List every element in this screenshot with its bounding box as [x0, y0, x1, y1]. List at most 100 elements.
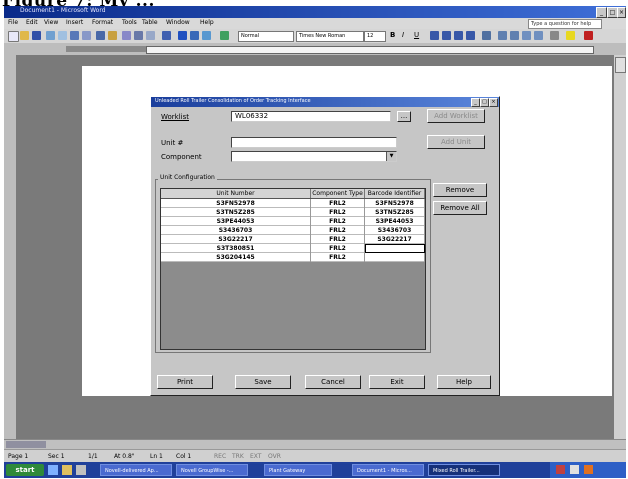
menu-help[interactable]: Help [200, 19, 214, 26]
tray-network-icon[interactable] [570, 465, 579, 474]
cell-unit-number: S3T380851 [161, 244, 311, 253]
dialog-maximize-button[interactable]: □ [480, 98, 489, 107]
align-left-icon[interactable] [430, 31, 439, 40]
menu-window[interactable]: Window [166, 19, 190, 26]
increase-indent-icon[interactable] [534, 31, 543, 40]
cell-barcode-editing[interactable] [365, 244, 425, 253]
print-icon[interactable] [70, 31, 79, 40]
highlight-icon[interactable] [566, 31, 575, 40]
cell-barcode[interactable]: S3FN52978 [365, 199, 425, 208]
cell-barcode[interactable]: S3PE44053 [365, 217, 425, 226]
view-buttons[interactable] [6, 441, 46, 448]
research-icon[interactable] [108, 31, 117, 40]
cell-barcode[interactable]: S3436703 [365, 226, 425, 235]
table-row[interactable]: S3G22217 FRL2 S3G22217 [161, 235, 425, 244]
vertical-scrollbar[interactable] [614, 55, 626, 439]
align-center-icon[interactable] [442, 31, 451, 40]
ruler-strip[interactable] [146, 46, 594, 54]
align-right-icon[interactable] [454, 31, 463, 40]
col-component-type[interactable]: Component Type [311, 189, 365, 198]
col-unit-number[interactable]: Unit Number [161, 189, 311, 198]
table-row[interactable]: S3T380851 FRL2 [161, 244, 425, 253]
exit-button[interactable]: Exit [369, 375, 425, 389]
new-icon[interactable] [8, 31, 19, 42]
font-size-dropdown[interactable]: 12 [364, 31, 386, 42]
unit-configuration-grid[interactable]: Unit Number Component Type Barcode Ident… [160, 188, 426, 350]
save-icon[interactable] [32, 31, 41, 40]
paste-icon[interactable] [146, 31, 155, 40]
help-button[interactable]: Help [437, 375, 491, 389]
help-search-box[interactable]: Type a question for help [528, 19, 602, 29]
menu-insert[interactable]: Insert [66, 19, 83, 26]
task-plant-gateway[interactable]: Plant Gateway [264, 464, 332, 476]
remove-button[interactable]: Remove [433, 183, 487, 197]
preview-icon[interactable] [82, 31, 91, 40]
menu-view[interactable]: View [44, 19, 58, 26]
menu-edit[interactable]: Edit [26, 19, 38, 26]
bold-icon[interactable]: B [390, 31, 399, 40]
dialog-minimize-button[interactable]: _ [471, 98, 480, 107]
table-row[interactable]: S3G204145 FRL2 [161, 253, 425, 262]
scroll-thumb[interactable] [615, 57, 626, 73]
chevron-down-icon[interactable]: ▼ [386, 152, 396, 161]
save-button[interactable]: Save [235, 375, 291, 389]
border-icon[interactable] [550, 31, 559, 40]
print-button[interactable]: Print [157, 375, 213, 389]
task-word-document[interactable]: Document1 - Micros... [352, 464, 424, 476]
worklist-input[interactable]: WL06332 [231, 111, 391, 122]
table-row[interactable]: S3FN52978 FRL2 S3FN52978 [161, 199, 425, 208]
add-worklist-button[interactable]: Add Worklist [427, 109, 485, 123]
menu-file[interactable]: File [8, 19, 18, 26]
hyperlink-icon[interactable] [190, 31, 199, 40]
task-trailer-app[interactable]: Mixed Roll Trailer... [428, 464, 500, 476]
start-button[interactable]: start [6, 464, 44, 476]
tray-antivirus-icon[interactable] [556, 465, 565, 474]
copy-icon[interactable] [134, 31, 143, 40]
unit-number-input[interactable] [231, 137, 397, 148]
undo-icon[interactable] [162, 31, 171, 40]
justify-icon[interactable] [466, 31, 475, 40]
close-button[interactable]: × [617, 7, 626, 18]
quicklaunch-folder-icon[interactable] [62, 465, 72, 475]
quicklaunch-ie-icon[interactable] [48, 465, 58, 475]
worklist-label: Worklist [161, 113, 190, 121]
cell-barcode[interactable] [365, 253, 425, 262]
add-unit-button[interactable]: Add Unit [427, 135, 485, 149]
bullets-icon[interactable] [510, 31, 519, 40]
menu-tools[interactable]: Tools [122, 19, 137, 26]
numbering-icon[interactable] [498, 31, 507, 40]
font-color-icon[interactable] [584, 31, 593, 40]
decrease-indent-icon[interactable] [522, 31, 531, 40]
table-icon[interactable] [202, 31, 211, 40]
redo-icon[interactable] [178, 31, 187, 40]
italic-icon[interactable]: I [402, 31, 411, 40]
menu-format[interactable]: Format [92, 19, 113, 26]
col-barcode-identifier[interactable]: Barcode Identifier [365, 189, 425, 198]
quicklaunch-desktop-icon[interactable] [76, 465, 86, 475]
permission-icon[interactable] [46, 31, 55, 40]
cut-icon[interactable] [122, 31, 131, 40]
tray-app-icon[interactable] [584, 465, 593, 474]
component-select[interactable]: ▼ [231, 151, 397, 162]
minimize-button[interactable]: _ [596, 7, 607, 18]
table-row[interactable]: S3436703 FRL2 S3436703 [161, 226, 425, 235]
dialog-close-button[interactable]: × [489, 98, 498, 107]
menu-table[interactable]: Table [142, 19, 158, 26]
open-icon[interactable] [20, 31, 29, 40]
font-dropdown[interactable]: Times New Roman [296, 31, 364, 42]
task-groupwise[interactable]: Novell GroupWise -... [176, 464, 248, 476]
remove-all-button[interactable]: Remove All [433, 201, 487, 215]
underline-icon[interactable]: U [414, 31, 423, 40]
browse-worklist-button[interactable]: ... [397, 111, 411, 122]
cell-barcode[interactable]: S3G22217 [365, 235, 425, 244]
line-spacing-icon[interactable] [482, 31, 491, 40]
cancel-button[interactable]: Cancel [305, 375, 361, 389]
cell-barcode[interactable]: S3TN5Z285 [365, 208, 425, 217]
table-row[interactable]: S3TN5Z285 FRL2 S3TN5Z285 [161, 208, 425, 217]
style-dropdown[interactable]: Normal [238, 31, 294, 42]
spelling-icon[interactable] [96, 31, 105, 40]
drawing-icon[interactable] [220, 31, 229, 40]
task-novell-delivered[interactable]: Novell-delivered Ap... [100, 464, 172, 476]
email-icon[interactable] [58, 31, 67, 40]
table-row[interactable]: S3PE44053 FRL2 S3PE44053 [161, 217, 425, 226]
